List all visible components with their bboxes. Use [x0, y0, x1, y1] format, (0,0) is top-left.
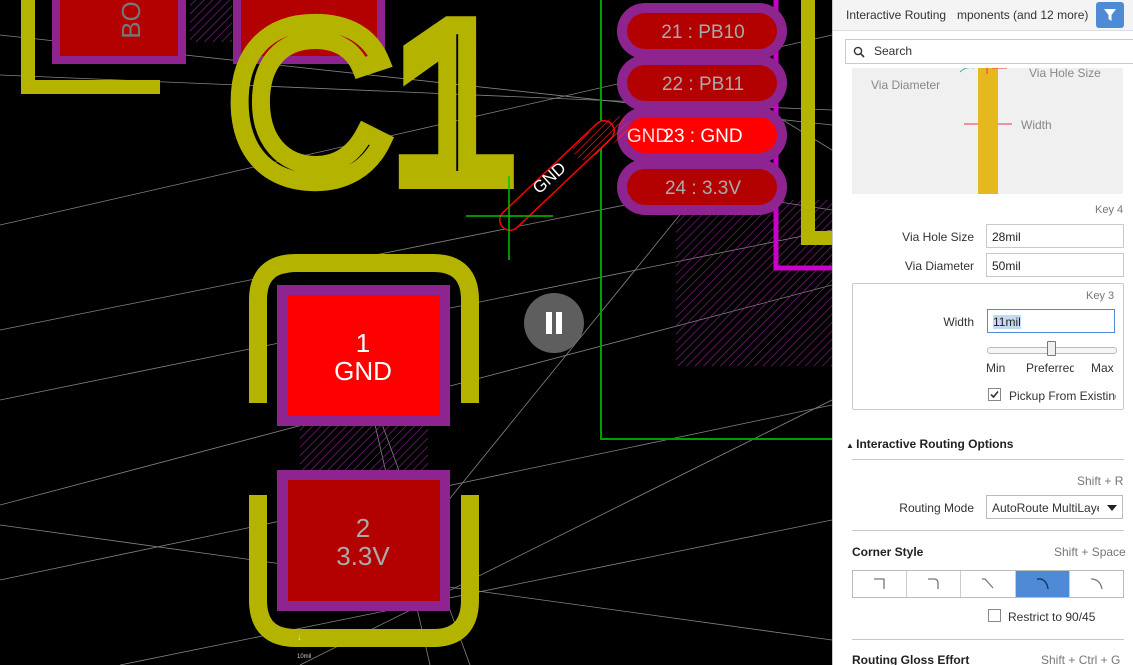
corner-45-button[interactable] [961, 571, 1016, 597]
pin-label: 22 : PB11 [662, 74, 744, 95]
corner-style-title: Corner Style [852, 545, 924, 559]
width-value: 11mil [993, 315, 1021, 329]
pcb-canvas[interactable]: BO 2 C1 21 : PB10 22 : PB11 23 : GND GND… [0, 0, 832, 665]
routing-options-header[interactable]: ▲ Interactive Routing Options [846, 437, 1013, 451]
chevron-down-icon [1107, 505, 1117, 511]
panel-title: Interactive Routing [846, 8, 947, 22]
panel-header: Interactive Routing mponents (and 12 mor… [833, 0, 1133, 31]
pad1-number: 1 [356, 328, 370, 358]
checkmark-icon [990, 390, 999, 399]
pause-button[interactable] [524, 293, 584, 353]
svg-text:↓: ↓ [297, 632, 302, 642]
key3-label: Key 3 [1086, 290, 1115, 302]
corner-style-group [852, 570, 1124, 598]
search-input[interactable]: Search [845, 39, 1133, 64]
search-placeholder: Search [874, 44, 913, 58]
filter-button[interactable] [1096, 2, 1124, 28]
corner-90-arc-button[interactable] [907, 571, 962, 597]
filter-icon [1104, 9, 1116, 21]
key4-label: Key 4 [1095, 204, 1124, 216]
slider-max-label: Max [1091, 361, 1114, 375]
gnd-overlay-label: GND [627, 126, 669, 147]
routing-mode-value: AutoRoute MultiLayer [992, 501, 1099, 515]
top-left-text: BO [116, 1, 146, 39]
via-diameter-field[interactable]: 50mil [986, 253, 1124, 277]
pad2-number: 2 [356, 513, 370, 543]
width-field[interactable]: 11mil [987, 309, 1115, 333]
diagram-via-hole-size: Via Hole Size [1029, 66, 1101, 80]
pickup-label: Pickup From Existing [1009, 389, 1116, 403]
width-label: Width [943, 315, 974, 329]
pin-label: 21 : PB10 [661, 22, 744, 43]
restrict-checkbox[interactable] [988, 609, 1001, 622]
routing-mode-label: Routing Mode [899, 501, 974, 515]
slider-min-label: Min [986, 361, 1006, 375]
slider-preferred-label: Preferred [1026, 361, 1074, 375]
gloss-shortcut: Shift + Ctrl + G [1041, 653, 1121, 665]
collapse-icon: ▲ [846, 441, 857, 450]
pickup-checkbox[interactable] [988, 388, 1001, 401]
pin-label: 24 : 3.3V [665, 178, 741, 199]
pad2-net: 3.3V [336, 541, 390, 571]
via-hole-size-label: Via Hole Size [902, 230, 974, 244]
designator-c1: C1 [219, 0, 525, 237]
via-diagram: Via Diameter Via Hole Size Width [852, 66, 1123, 194]
corner-45-arc-button[interactable] [1015, 571, 1070, 597]
pause-icon [546, 312, 552, 334]
corner-style-shortcut: Shift + Space [1054, 545, 1126, 559]
corner-45-icon [982, 578, 994, 589]
search-icon [853, 46, 865, 58]
corner-45-arc-icon [1036, 578, 1049, 590]
pin-label: 23 : GND [663, 126, 742, 147]
pcb-drawing: BO 2 C1 21 : PB10 22 : PB11 23 : GND GND… [0, 0, 832, 665]
diagram-via-diameter: Via Diameter [871, 78, 941, 92]
designator-text: C1 [228, 0, 516, 228]
width-slider-thumb[interactable] [1047, 341, 1056, 356]
pad1-net: GND [334, 356, 392, 386]
diagram-width: Width [1021, 118, 1052, 132]
corner-any-angle-icon [1090, 578, 1103, 590]
corner-90-arc-icon [928, 578, 939, 589]
via-diameter-label: Via Diameter [904, 259, 974, 273]
filter-summary[interactable]: mponents (and 12 more) [957, 8, 1088, 22]
cursor-hint: 10mil [297, 654, 311, 660]
gloss-title: Routing Gloss Effort [852, 653, 970, 665]
corner-any-angle-button[interactable] [1069, 571, 1124, 597]
corner-90-button[interactable] [853, 571, 908, 597]
corner-90-icon [874, 578, 885, 589]
via-hole-size-field[interactable]: 28mil [986, 224, 1124, 248]
connector-pins: 21 : PB10 22 : PB11 23 : GND GND 24 : 3.… [617, 3, 787, 215]
routing-mode-select[interactable]: AutoRoute MultiLayer [986, 495, 1123, 519]
restrict-label: Restrict to 90/45 [1008, 610, 1096, 624]
properties-panel: Interactive Routing mponents (and 12 mor… [832, 0, 1133, 665]
routing-options-shortcut: Shift + R [1077, 474, 1124, 488]
